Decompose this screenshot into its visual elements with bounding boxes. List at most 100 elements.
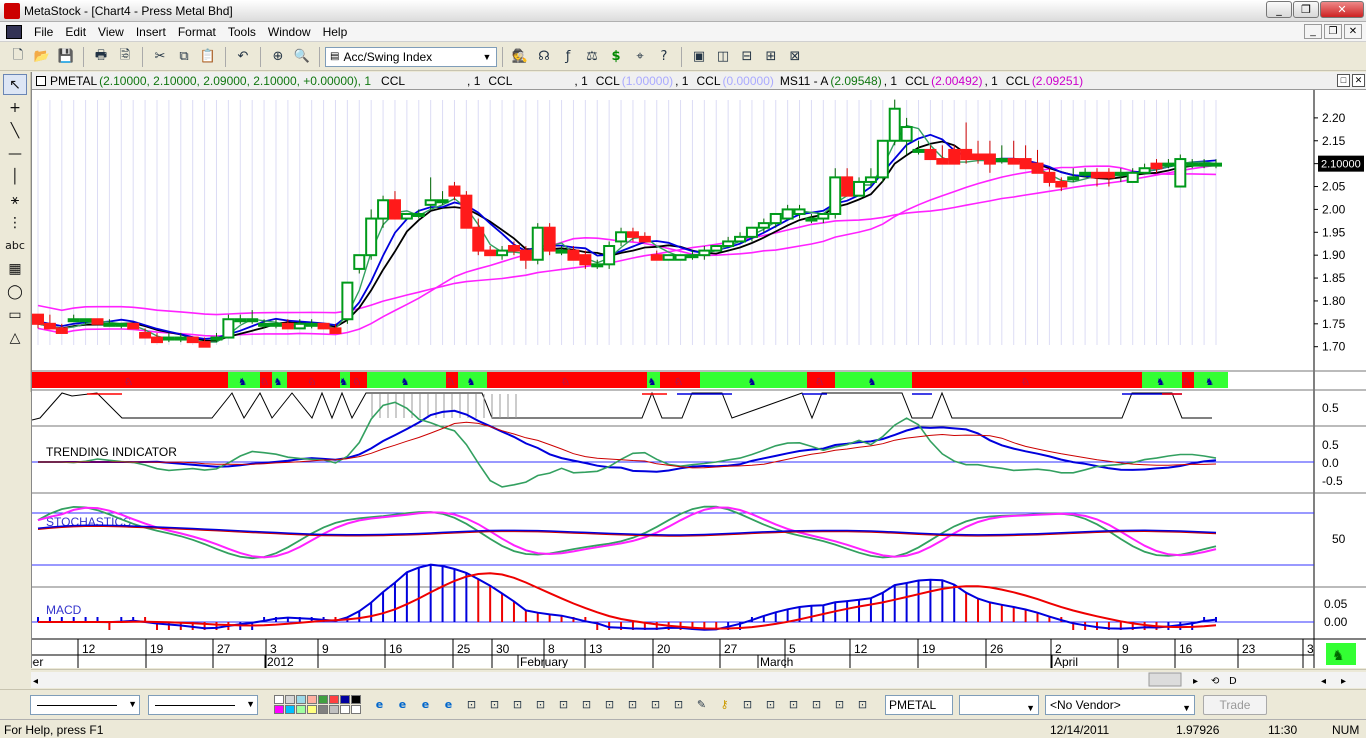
- page-left-icon[interactable]: ◂: [1321, 676, 1326, 687]
- child-close-button[interactable]: ✕: [1344, 24, 1362, 39]
- tile-horizontal-icon[interactable]: ⊟: [737, 47, 757, 67]
- menu-view[interactable]: View: [92, 25, 130, 39]
- menu-help[interactable]: Help: [317, 25, 354, 39]
- key-icon[interactable]: ⚷: [714, 695, 735, 715]
- zoom-d-icon[interactable]: D: [1229, 676, 1237, 687]
- palette-color-13[interactable]: [329, 705, 339, 714]
- formula-icon[interactable]: ƒ: [558, 47, 578, 67]
- palette-color-8[interactable]: [274, 705, 284, 714]
- open-folder-icon[interactable]: 📂: [32, 47, 52, 67]
- price-chart[interactable]: 2.202.152.102.052.001.951.901.851.801.75…: [32, 90, 1366, 668]
- palette-color-11[interactable]: [307, 705, 317, 714]
- close-button[interactable]: ✕: [1320, 1, 1364, 18]
- grid-icon[interactable]: ⊞: [761, 47, 781, 67]
- vendor-dropdown[interactable]: <No Vendor> ▼: [1045, 694, 1195, 715]
- symbol-icon-7[interactable]: ⊡: [599, 695, 620, 715]
- symbol-icon-10[interactable]: ⊡: [668, 695, 689, 715]
- symbol-icon-11[interactable]: ⊡: [737, 695, 758, 715]
- chart-window[interactable]: PMETAL (2.10000, 2.10000, 2.09000, 2.100…: [31, 72, 1366, 668]
- explorer-binoculars-icon[interactable]: ⌖: [630, 47, 650, 67]
- symbol-icon-2[interactable]: ⊡: [484, 695, 505, 715]
- ie-icon-3[interactable]: e: [415, 695, 436, 715]
- new-icon[interactable]: 🗋: [8, 47, 28, 67]
- menu-tools[interactable]: Tools: [222, 25, 262, 39]
- indicator-builder-icon[interactable]: ☊: [534, 47, 554, 67]
- palette-color-1[interactable]: [285, 695, 295, 704]
- chart-window-icon[interactable]: [6, 24, 22, 39]
- pin-icon[interactable]: ✎: [691, 695, 712, 715]
- child-minimize-button[interactable]: _: [1304, 24, 1322, 39]
- print-preview-icon[interactable]: 🗟: [115, 47, 135, 67]
- child-restore-button[interactable]: ❐: [1324, 24, 1342, 39]
- menu-window[interactable]: Window: [262, 25, 317, 39]
- ie-icon-2[interactable]: e: [392, 695, 413, 715]
- palette-color-15[interactable]: [351, 705, 361, 714]
- print-icon[interactable]: 🖶: [91, 47, 111, 67]
- palette-color-0[interactable]: [274, 695, 284, 704]
- palette-color-5[interactable]: [329, 695, 339, 704]
- color-palette[interactable]: [274, 695, 361, 714]
- line-style-dropdown[interactable]: ▼: [30, 694, 140, 715]
- table-tool-icon[interactable]: ▦: [3, 258, 27, 279]
- speed-lines-icon[interactable]: ⋮: [3, 212, 27, 233]
- save-icon[interactable]: 💾: [56, 47, 76, 67]
- menu-file[interactable]: File: [28, 25, 59, 39]
- palette-color-9[interactable]: [285, 705, 295, 714]
- symbol-icon-13[interactable]: ⊡: [783, 695, 804, 715]
- palette-color-10[interactable]: [296, 705, 306, 714]
- text-tool-icon[interactable]: abc: [3, 235, 27, 256]
- trendline-icon[interactable]: ╲: [3, 120, 27, 141]
- undo-icon[interactable]: ↶: [233, 47, 253, 67]
- page-right-icon[interactable]: ▸: [1341, 676, 1346, 687]
- legend-symbol[interactable]: PMETAL: [50, 74, 97, 88]
- symbol-icon-16[interactable]: ⊡: [852, 695, 873, 715]
- symbol-input[interactable]: PMETAL: [885, 694, 953, 715]
- scroll-left-icon[interactable]: ◂: [33, 676, 38, 687]
- restore-button[interactable]: ❐: [1293, 1, 1319, 18]
- ellipse-icon[interactable]: ◯: [3, 281, 27, 302]
- chevron-down-icon[interactable]: ▼: [480, 50, 494, 64]
- ie-icon-4[interactable]: e: [438, 695, 459, 715]
- horizontal-line-icon[interactable]: —: [3, 143, 27, 164]
- symbol-icon-5[interactable]: ⊡: [553, 695, 574, 715]
- scroll-right-icon[interactable]: ▸: [1193, 676, 1198, 687]
- horizontal-scrollbar[interactable]: ◂ ▸ ⟲ D ◂ ▸: [31, 669, 1366, 689]
- triangle-icon[interactable]: △: [3, 327, 27, 348]
- menu-edit[interactable]: Edit: [59, 25, 92, 39]
- symbol-icon-15[interactable]: ⊡: [829, 695, 850, 715]
- symbol-icon[interactable]: ⊡: [461, 695, 482, 715]
- symbol-icon-6[interactable]: ⊡: [576, 695, 597, 715]
- menu-insert[interactable]: Insert: [130, 25, 172, 39]
- symbol-icon-4[interactable]: ⊡: [530, 695, 551, 715]
- copy-icon[interactable]: ⧉: [174, 47, 194, 67]
- trade-button[interactable]: Trade: [1203, 694, 1267, 715]
- symbol-icon-3[interactable]: ⊡: [507, 695, 528, 715]
- layout-icon[interactable]: ⊠: [785, 47, 805, 67]
- palette-color-12[interactable]: [318, 705, 328, 714]
- minimize-button[interactable]: _: [1266, 1, 1292, 18]
- crosshair-icon[interactable]: ⊕: [268, 47, 288, 67]
- cut-icon[interactable]: ✂: [150, 47, 170, 67]
- period-dropdown[interactable]: ▼: [959, 694, 1039, 715]
- line-weight-dropdown[interactable]: ▼: [148, 694, 258, 715]
- pane-maximize-button[interactable]: □: [1337, 74, 1350, 87]
- paste-icon[interactable]: 📋: [198, 47, 218, 67]
- fibonacci-icon[interactable]: ⚹: [3, 189, 27, 210]
- palette-color-3[interactable]: [307, 695, 317, 704]
- menu-format[interactable]: Format: [172, 25, 222, 39]
- scroll-thumb[interactable]: [1148, 672, 1182, 687]
- symbol-icon-12[interactable]: ⊡: [760, 695, 781, 715]
- pointer-icon[interactable]: ↖: [3, 74, 27, 95]
- zoom-reset-icon[interactable]: ⟲: [1211, 676, 1220, 687]
- tile-icon[interactable]: ▣: [689, 47, 709, 67]
- palette-color-7[interactable]: [351, 695, 361, 704]
- symbol-icon-8[interactable]: ⊡: [622, 695, 643, 715]
- indicator-dropdown[interactable]: ▤ Acc/Swing Index ▼: [325, 46, 497, 67]
- palette-color-6[interactable]: [340, 695, 350, 704]
- pane-close-button[interactable]: ✕: [1352, 74, 1365, 87]
- palette-color-2[interactable]: [296, 695, 306, 704]
- expert-icon[interactable]: 🕵: [510, 47, 530, 67]
- dollar-icon[interactable]: $: [606, 47, 626, 67]
- vertical-line-icon[interactable]: │: [3, 166, 27, 187]
- symbol-icon-9[interactable]: ⊡: [645, 695, 666, 715]
